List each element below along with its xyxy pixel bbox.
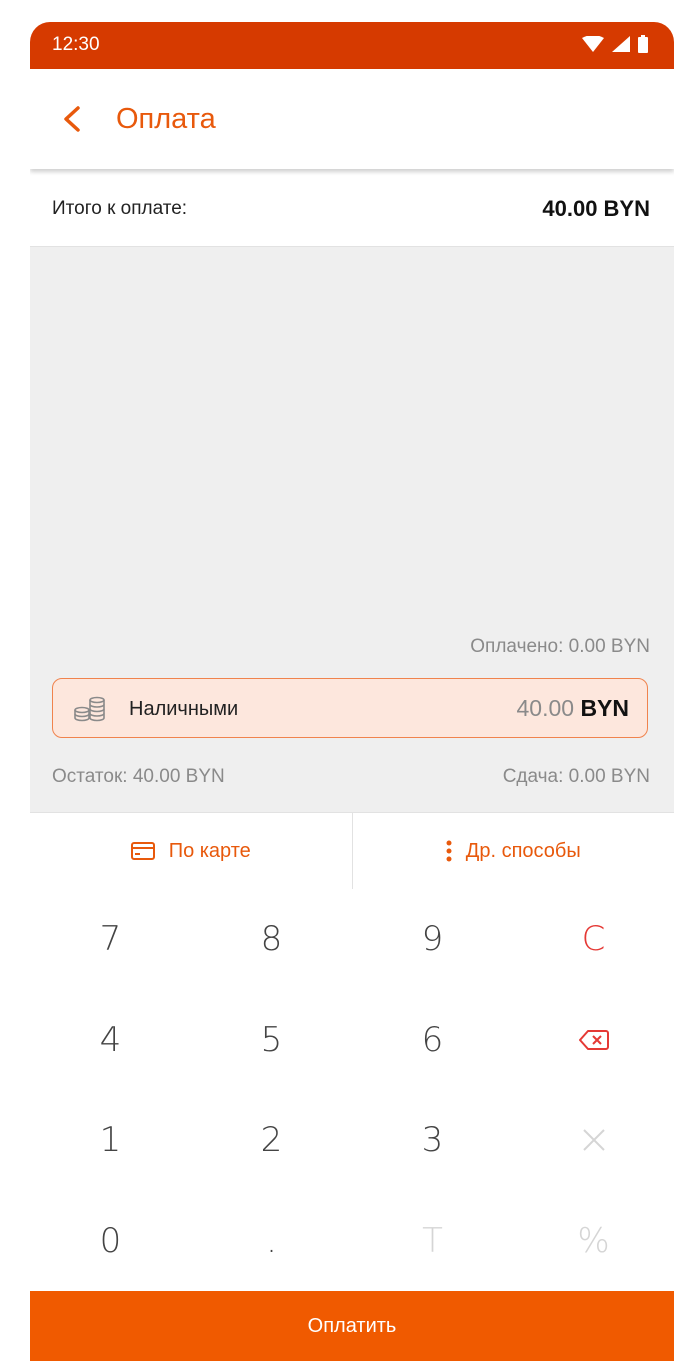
key-2[interactable]: 2 xyxy=(191,1090,352,1191)
key-clear[interactable]: C xyxy=(513,889,674,990)
back-arrow-icon[interactable] xyxy=(60,105,84,133)
cash-payment-card[interactable]: Наличными 40.00 BYN xyxy=(52,678,648,738)
change-amount: Сдача: 0.00 BYN xyxy=(502,766,650,787)
key-7[interactable]: 7 xyxy=(30,889,191,990)
key-t[interactable]: T xyxy=(352,1191,513,1292)
cash-currency: BYN xyxy=(580,695,629,721)
key-4[interactable]: 4 xyxy=(30,990,191,1091)
status-bar: 12:30 xyxy=(30,22,674,69)
coins-icon xyxy=(74,696,105,722)
key-backspace[interactable] xyxy=(513,990,674,1091)
key-dot[interactable]: . xyxy=(191,1191,352,1292)
cash-label: Наличными xyxy=(129,698,239,720)
key-6[interactable]: 6 xyxy=(352,990,513,1091)
status-time: 12:30 xyxy=(52,34,100,55)
wifi-icon xyxy=(582,36,604,52)
card-icon xyxy=(130,842,155,860)
backspace-icon xyxy=(578,1029,609,1050)
pay-by-card-label: По карте xyxy=(168,839,251,862)
other-methods-label: Др. способы xyxy=(465,839,581,862)
paid-amount: Оплачено: 0.00 BYN xyxy=(470,636,650,657)
phone-screen: 12:30 Оплата Итого к оплате: 40.00 BYN О… xyxy=(30,22,674,1361)
payments-list-area xyxy=(30,247,674,613)
payment-summary: Оплачено: 0.00 BYN Наличными 40.00 BYN О… xyxy=(30,612,674,812)
total-row: Итого к оплате: 40.00 BYN xyxy=(30,170,674,247)
signal-icon xyxy=(612,36,630,52)
pay-by-card-button[interactable]: По карте xyxy=(30,813,352,889)
more-vertical-icon xyxy=(446,840,452,862)
key-multiply[interactable] xyxy=(513,1090,674,1191)
remaining-amount: Остаток: 40.00 BYN xyxy=(52,766,225,787)
key-percent[interactable]: % xyxy=(513,1191,674,1292)
total-label: Итого к оплате: xyxy=(52,198,188,219)
key-1[interactable]: 1 xyxy=(30,1090,191,1191)
cash-amount-value: 40.00 xyxy=(516,695,575,721)
key-9[interactable]: 9 xyxy=(352,889,513,990)
key-0[interactable]: 0 xyxy=(30,1191,191,1292)
numeric-keypad: 7 8 9 C 4 5 6 1 2 3 0 . T % xyxy=(30,889,674,1291)
key-5[interactable]: 5 xyxy=(191,990,352,1091)
battery-icon xyxy=(638,35,648,53)
status-icons xyxy=(582,35,648,53)
other-methods-button[interactable]: Др. способы xyxy=(351,813,675,889)
key-8[interactable]: 8 xyxy=(191,889,352,990)
multiply-icon xyxy=(582,1129,605,1151)
payment-methods: По карте Др. способы xyxy=(30,812,674,890)
key-3[interactable]: 3 xyxy=(352,1090,513,1191)
pay-button[interactable]: Оплатить xyxy=(30,1291,674,1361)
page-title: Оплата xyxy=(116,103,216,135)
total-value: 40.00 BYN xyxy=(542,196,650,221)
cash-amount: 40.00 BYN xyxy=(516,695,629,722)
app-bar: Оплата xyxy=(30,69,674,169)
